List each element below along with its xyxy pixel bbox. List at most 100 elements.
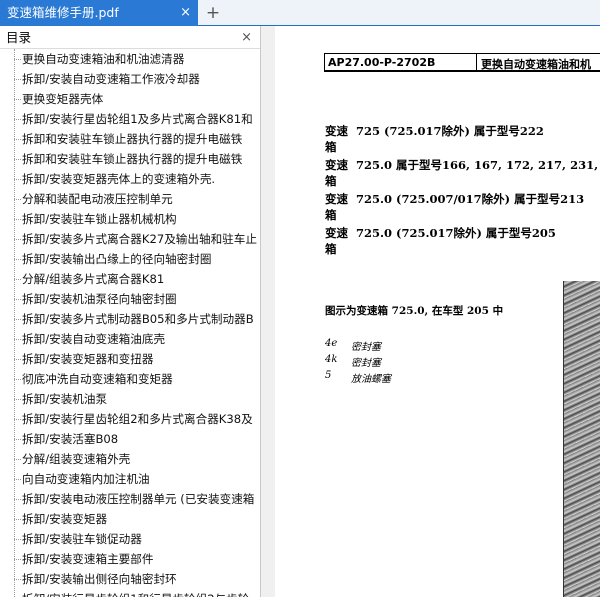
transmission-photo	[563, 281, 600, 597]
outline-item-label: 拆卸/安装机油泵径向轴密封圈	[22, 292, 177, 306]
transmission-detail: 725.0 属于型号166, 167, 172, 217, 231, 238, …	[356, 158, 600, 172]
tab-close-icon[interactable]: ×	[180, 0, 191, 26]
legend-key: 4e	[325, 338, 338, 349]
tree-connector	[14, 419, 21, 420]
tree-connector	[14, 119, 21, 120]
tree-connector	[14, 59, 21, 60]
tree-connector	[14, 319, 21, 320]
document-title: 更换自动变速箱油和机	[481, 58, 591, 71]
transmission-detail: 725 (725.017除外) 属于型号222	[356, 124, 544, 138]
outline-tree: 更换自动变速箱油和机油滤清器 拆卸/安装自动变速箱工作液冷却器 更换变矩器壳体 拆卸/…	[0, 49, 260, 597]
new-tab-button[interactable]: +	[204, 0, 222, 26]
outline-item-label: 分解/组装变速箱外壳	[22, 452, 131, 466]
tree-connector	[14, 299, 21, 300]
outline-item-label: 分解和装配电动液压控制单元	[22, 192, 173, 206]
document-page: AP27.00-P-2702B 更换自动变速箱油和机 变速 箱 725 (725…	[275, 26, 600, 597]
tree-connector	[14, 139, 21, 140]
outline-item[interactable]: 分解/组装多片式离合器K81	[14, 269, 260, 289]
outline-item[interactable]: 彻底冲洗自动变速箱和变矩器	[14, 369, 260, 389]
transmission-label: 变速	[325, 158, 348, 172]
tree-connector	[14, 539, 21, 540]
tab-document[interactable]: 变速箱维修手册.pdf ×	[0, 0, 198, 26]
outline-item-label: 拆卸/安装机油泵	[22, 392, 108, 406]
outline-item[interactable]: 分解和装配电动液压控制单元	[14, 189, 260, 209]
outline-item[interactable]: 拆卸/安装机油泵径向轴密封圈	[14, 289, 260, 309]
outline-item-label: 拆卸/安装输出凸缘上的径向轴密封圈	[22, 252, 212, 266]
figure-caption: 图示为变速箱 725.0, 在车型 205 中	[325, 305, 504, 317]
outline-item-label: 拆卸/安装变矩器	[22, 512, 108, 526]
document-viewport: AP27.00-P-2702B 更换自动变速箱油和机 变速 箱 725 (725…	[275, 26, 600, 597]
panel-scrollbar[interactable]	[261, 26, 275, 597]
outline-item[interactable]: 拆卸/安装行星齿轮组1和行星齿轮组2与齿轮	[14, 589, 260, 597]
outline-item[interactable]: 拆卸和安装驻车锁止器执行器的提升电磁铁	[14, 129, 260, 149]
outline-item-label: 拆卸/安装多片式制动器B05和多片式制动器B	[22, 312, 254, 326]
tab-bar: 变速箱维修手册.pdf × +	[0, 0, 600, 26]
tree-connector	[14, 359, 21, 360]
document-code: AP27.00-P-2702B	[328, 56, 436, 69]
outline-item[interactable]: 拆卸/安装多片式制动器B05和多片式制动器B	[14, 309, 260, 329]
outline-item-label: 分解/组装多片式离合器K81	[22, 272, 165, 286]
outline-item[interactable]: 更换变矩器壳体	[14, 89, 260, 109]
outline-item-label: 更换变矩器壳体	[22, 92, 104, 106]
outline-item[interactable]: 拆卸/安装驻车锁止器机械机构	[14, 209, 260, 229]
outline-item-label: 向自动变速箱内加注机油	[22, 472, 150, 486]
outline-item-label: 拆卸和安装驻车锁止器执行器的提升电磁铁	[22, 132, 243, 146]
outline-item[interactable]: 拆卸/安装自动变速箱工作液冷却器	[14, 69, 260, 89]
tree-connector	[14, 159, 21, 160]
outline-panel-close-icon[interactable]: ×	[241, 26, 252, 49]
outline-item-label: 拆卸和安装驻车锁止器执行器的提升电磁铁	[22, 152, 243, 166]
outline-item[interactable]: 拆卸/安装多片式离合器K27及输出轴和驻车止	[14, 229, 260, 249]
outline-item[interactable]: 更换自动变速箱油和机油滤清器	[14, 49, 260, 69]
outline-panel: 目录 × 更换自动变速箱油和机油滤清器拆卸/安装自动变速箱工作液冷却器 更换变矩器…	[0, 26, 261, 597]
outline-item-label: 拆卸/安装驻车锁止器机械机构	[22, 212, 177, 226]
outline-item[interactable]: 向自动变速箱内加注机油	[14, 469, 260, 489]
outline-item[interactable]: 拆卸/安装机油泵	[14, 389, 260, 409]
outline-item[interactable]: 拆卸/安装电动液压控制器单元 (已安装变速箱	[14, 489, 260, 509]
outline-item[interactable]: 拆卸/安装变矩器和变扭器	[14, 349, 260, 369]
outline-item-label: 拆卸/安装电动液压控制器单元 (已安装变速箱	[22, 492, 255, 506]
tree-connector	[14, 99, 21, 100]
outline-item-label: 拆卸/安装行星齿轮组1及多片式离合器K81和	[22, 112, 253, 126]
legend-key: 5	[325, 370, 332, 381]
tree-connector	[14, 79, 21, 80]
tree-connector	[14, 559, 21, 560]
outline-item-label: 拆卸/安装自动变速箱工作液冷却器	[22, 72, 200, 86]
outline-item-label: 拆卸/安装变矩器壳体上的变速箱外壳.	[22, 172, 216, 186]
outline-item-label: 拆卸/安装变速箱主要部件	[22, 552, 154, 566]
outline-item-label: 彻底冲洗自动变速箱和变矩器	[22, 372, 173, 386]
outline-item[interactable]: 拆卸和安装驻车锁止器执行器的提升电磁铁	[14, 149, 260, 169]
tree-connector	[14, 459, 21, 460]
tree-connector	[14, 219, 21, 220]
transmission-label-2: 箱	[325, 140, 337, 154]
outline-panel-title: 目录	[6, 30, 32, 45]
outline-item[interactable]: 拆卸/安装变矩器壳体上的变速箱外壳.	[14, 169, 260, 189]
outline-item[interactable]: 拆卸/安装自动变速箱油底壳	[14, 329, 260, 349]
tree-connector	[14, 379, 21, 380]
tree-connector	[14, 179, 21, 180]
outline-item-label: 拆卸/安装行星齿轮组2和多片式离合器K38及	[22, 412, 253, 426]
document-header-box: AP27.00-P-2702B 更换自动变速箱油和机	[324, 53, 600, 72]
legend-value: 放油螺塞	[351, 374, 391, 385]
transmission-label: 变速	[325, 124, 348, 138]
outline-item[interactable]: 拆卸/安装输出凸缘上的径向轴密封圈	[14, 249, 260, 269]
outline-panel-header: 目录 ×	[0, 26, 260, 49]
outline-item[interactable]: 拆卸/安装驻车锁促动器	[14, 529, 260, 549]
tree-connector	[14, 259, 21, 260]
legend-value: 密封塞	[351, 358, 381, 369]
outline-item-label: 更换自动变速箱油和机油滤清器	[22, 52, 185, 66]
outline-item[interactable]: 拆卸/安装行星齿轮组1及多片式离合器K81和	[14, 109, 260, 129]
header-separator	[476, 54, 477, 71]
outline-item[interactable]: 分解/组装变速箱外壳	[14, 449, 260, 469]
outline-item-label: 拆卸/安装多片式离合器K27及输出轴和驻车止	[22, 232, 257, 246]
outline-item[interactable]: 拆卸/安装活塞B08	[14, 429, 260, 449]
outline-item[interactable]: 拆卸/安装行星齿轮组2和多片式离合器K38及	[14, 409, 260, 429]
outline-item[interactable]: 拆卸/安装变速箱主要部件	[14, 549, 260, 569]
tree-connector	[14, 399, 21, 400]
outline-item[interactable]: 拆卸/安装输出侧径向轴密封环	[14, 569, 260, 589]
transmission-detail: 725.0 (725.007/017除外) 属于型号213	[356, 192, 585, 206]
tree-connector	[14, 499, 21, 500]
tree-connector	[14, 339, 21, 340]
outline-item-label: 拆卸/安装自动变速箱油底壳	[22, 332, 166, 346]
tree-connector	[14, 439, 21, 440]
outline-item[interactable]: 拆卸/安装变矩器	[14, 509, 260, 529]
